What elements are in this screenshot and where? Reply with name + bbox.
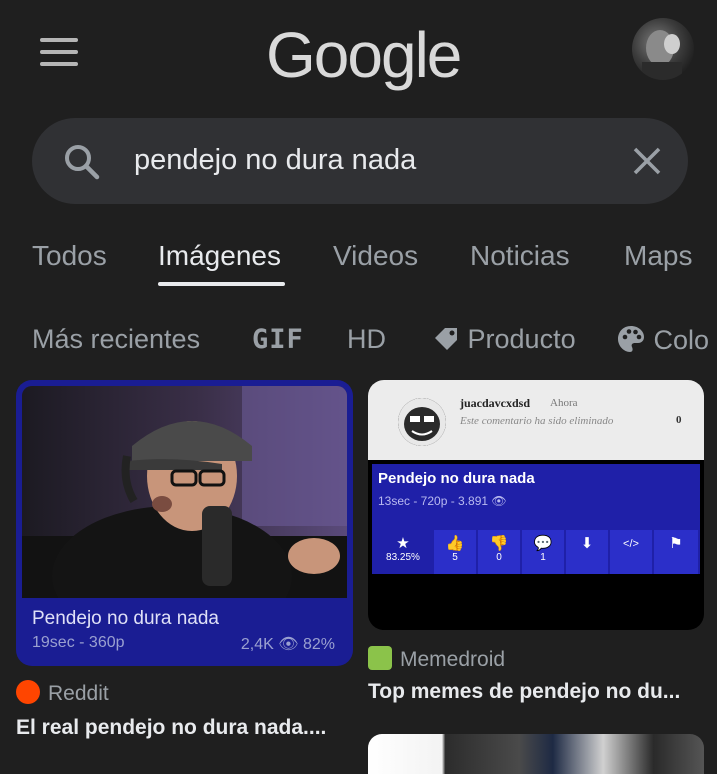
filter-color[interactable]: Colo bbox=[616, 324, 709, 356]
comment-header: juacdavcxdsd Ahora Este comentario ha si… bbox=[368, 380, 704, 460]
thumbnail-caption-title: Pendejo no dura nada bbox=[32, 608, 219, 629]
filter-mas-recientes[interactable]: Más recientes bbox=[32, 324, 200, 355]
filter-color-label: Colo bbox=[653, 325, 710, 355]
thumbnail-caption-meta: 19sec - 360p bbox=[32, 634, 125, 651]
tab-noticias[interactable]: Noticias bbox=[470, 240, 570, 272]
filter-hd[interactable]: HD bbox=[347, 324, 386, 355]
thumbs-up-icon: 👍 bbox=[445, 535, 465, 552]
comment-count: 0 bbox=[676, 414, 682, 426]
image-result-3-partial[interactable] bbox=[368, 734, 704, 774]
filter-gif[interactable]: GIF bbox=[252, 324, 304, 355]
filter-producto[interactable]: Producto bbox=[432, 324, 576, 355]
result-1-source[interactable]: Reddit bbox=[16, 680, 109, 706]
search-bar[interactable]: pendejo no dura nada bbox=[32, 118, 688, 204]
search-tabs: Todos Imágenes Videos Noticias Maps bbox=[0, 232, 717, 292]
filter-producto-label: Producto bbox=[467, 324, 576, 354]
memedroid-icon bbox=[368, 646, 392, 670]
download-cell: ⬇ bbox=[566, 530, 608, 574]
palette-icon bbox=[618, 326, 644, 352]
active-tab-indicator bbox=[158, 282, 285, 286]
comment-cell: 💬 1 bbox=[522, 530, 564, 574]
commenter-avatar bbox=[398, 398, 446, 446]
result-thumbnail bbox=[22, 386, 347, 598]
video-panel: Pendejo no dura nada 13sec - 720p - 3.89… bbox=[372, 464, 700, 574]
reddit-icon bbox=[16, 680, 40, 704]
result-2-source[interactable]: Memedroid bbox=[368, 646, 505, 672]
tab-videos[interactable]: Videos bbox=[333, 240, 418, 272]
search-input[interactable]: pendejo no dura nada bbox=[134, 144, 416, 177]
filter-chips: Más recientes GIF HD Producto Colo bbox=[0, 318, 717, 368]
like-cell: 👍 5 bbox=[434, 530, 476, 574]
embed-cell: </> bbox=[610, 530, 652, 574]
panel-buttons: ★ 83.25% 👍 5 👎 0 💬 1 ⬇ </> ⚑ bbox=[372, 530, 700, 574]
tab-maps[interactable]: Maps bbox=[624, 240, 692, 272]
star-icon: ★ bbox=[396, 535, 410, 552]
commenter-username: juacdavcxdsd bbox=[460, 396, 531, 410]
rating-cell: ★ 83.25% bbox=[374, 530, 432, 574]
thumbs-down-icon: 👎 bbox=[489, 535, 509, 552]
google-logo[interactable]: Google bbox=[266, 18, 462, 92]
download-icon: ⬇ bbox=[580, 535, 594, 552]
tag-icon bbox=[435, 328, 457, 350]
dislike-cell: 👎 0 bbox=[478, 530, 520, 574]
flag-icon: ⚑ bbox=[669, 535, 683, 552]
comment-count-value: 1 bbox=[540, 552, 546, 563]
dislike-count: 0 bbox=[496, 552, 502, 563]
comment-text: Este comentario ha sido eliminado bbox=[460, 415, 614, 427]
result-2-title[interactable]: Top memes de pendejo no du... bbox=[368, 680, 680, 704]
code-icon: </> bbox=[623, 538, 639, 550]
panel-title: Pendejo no dura nada bbox=[378, 470, 535, 487]
tab-todos[interactable]: Todos bbox=[32, 240, 107, 272]
account-avatar[interactable] bbox=[632, 18, 694, 80]
flag-cell: ⚑ bbox=[654, 530, 698, 574]
image-result-2[interactable]: juacdavcxdsd Ahora Este comentario ha si… bbox=[368, 380, 704, 630]
search-icon[interactable] bbox=[62, 142, 102, 182]
rating-value: 83.25% bbox=[386, 552, 420, 563]
thumbnail-caption-stats: 2,4K 👁 82% bbox=[240, 636, 335, 653]
panel-meta: 13sec - 720p - 3.891 👁 bbox=[378, 494, 507, 508]
close-icon[interactable] bbox=[630, 144, 664, 178]
comment-time: Ahora bbox=[550, 397, 578, 409]
like-count: 5 bbox=[452, 552, 458, 563]
tab-imagenes[interactable]: Imágenes bbox=[158, 240, 281, 272]
top-bar: Google bbox=[0, 0, 717, 110]
image-result-1[interactable]: Pendejo no dura nada 19sec - 360p 2,4K 👁… bbox=[16, 380, 353, 666]
result-2-source-label: Memedroid bbox=[400, 648, 506, 671]
result-1-title[interactable]: El real pendejo no dura nada.... bbox=[16, 716, 326, 740]
result-1-source-label: Reddit bbox=[48, 682, 109, 705]
comment-icon: 💬 bbox=[533, 535, 553, 552]
menu-icon[interactable] bbox=[40, 38, 78, 66]
